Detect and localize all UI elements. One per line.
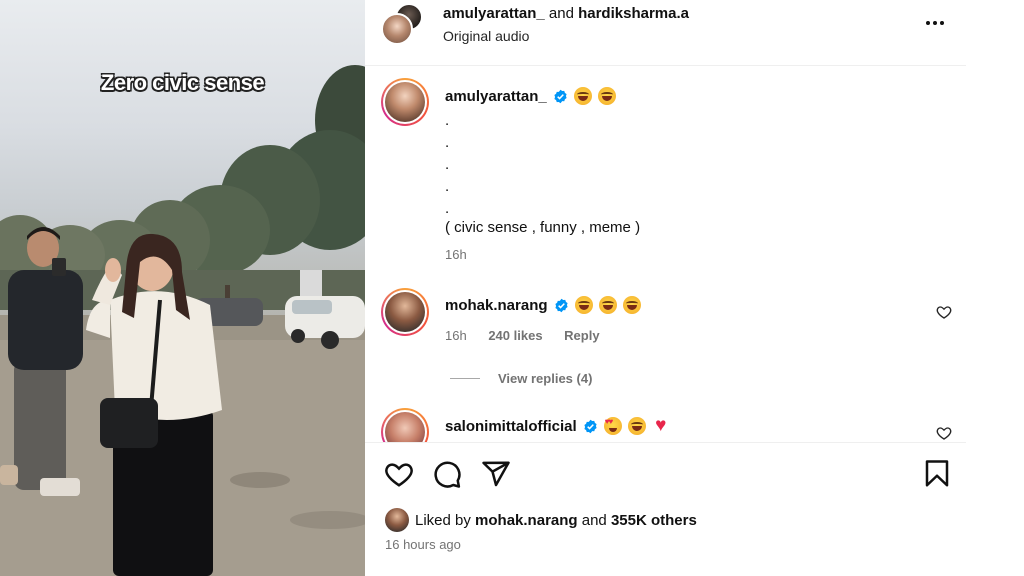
verified-badge-icon — [584, 419, 597, 433]
laughing-emoji-icon — [622, 296, 641, 314]
comment-meta: 16h 240 likes Reply — [445, 328, 600, 343]
caption-tags: ( civic sense , funny , meme ) — [445, 219, 641, 236]
avatar[interactable] — [381, 408, 429, 442]
comment-header: mohak.narang — [445, 296, 641, 314]
more-options-icon[interactable] — [921, 14, 949, 32]
collab-avatars[interactable] — [381, 3, 425, 47]
red-heart-emoji-icon: ♥ — [655, 415, 667, 436]
reply-button[interactable]: Reply — [564, 328, 599, 343]
verified-badge-icon — [554, 89, 567, 103]
likes-count-link[interactable]: 355K others — [611, 512, 697, 529]
reel-video[interactable]: Zero civic sense — [0, 0, 365, 576]
view-replies-link[interactable]: View replies (4) — [450, 371, 592, 386]
video-overlay-caption: Zero civic sense — [100, 70, 265, 95]
comments-list[interactable]: amulyarattan_ . . . . . ( civic sense , … — [365, 66, 966, 442]
username-link[interactable]: hardiksharma.a — [578, 5, 689, 22]
post-actions: Liked by mohak.narang and 355K others 16… — [365, 442, 966, 576]
avatar — [381, 13, 413, 45]
post-timestamp: 16 hours ago — [385, 537, 461, 552]
comment-icon[interactable] — [432, 459, 462, 489]
avatar[interactable] — [381, 288, 429, 336]
post-header: amulyarattan_ and hardiksharma.a Origina… — [365, 0, 966, 66]
audio-link[interactable]: Original audio — [443, 28, 529, 44]
comment-username[interactable]: mohak.narang — [445, 297, 548, 314]
liked-by-conjunction: and — [581, 511, 607, 529]
comment-username[interactable]: amulyarattan_ — [445, 88, 547, 105]
heart-icon[interactable] — [384, 459, 414, 489]
share-icon[interactable] — [481, 459, 511, 489]
comment-username[interactable]: salonimittalofficial — [445, 418, 577, 435]
liked-by-label: Liked by — [415, 511, 471, 529]
liked-by-summary: Liked by mohak.narang and 355K others — [385, 508, 697, 532]
comment-time: 16h — [445, 247, 467, 262]
comment-like-heart-icon[interactable] — [936, 425, 952, 441]
laughing-emoji-icon — [598, 296, 617, 314]
page-margin — [966, 0, 1024, 576]
avatar — [385, 508, 409, 532]
bookmark-icon[interactable] — [922, 459, 952, 489]
heart-eyes-emoji-icon — [603, 417, 622, 435]
laughing-emoji-icon — [627, 417, 646, 435]
avatar[interactable] — [381, 78, 429, 126]
comment-likes-count[interactable]: 240 likes — [488, 328, 542, 343]
post-panel: amulyarattan_ and hardiksharma.a Origina… — [365, 0, 966, 576]
conjunction-text: and — [548, 5, 574, 22]
caption-dots: . . . . . — [445, 112, 450, 217]
liked-by-username[interactable]: mohak.narang — [475, 512, 578, 529]
verified-badge-icon — [554, 298, 568, 312]
comment-header: salonimittalofficial ♥ — [445, 415, 670, 436]
comment-header: amulyarattan_ — [445, 87, 616, 105]
username-link[interactable]: amulyarattan_ — [443, 5, 545, 22]
replies-divider — [450, 378, 480, 379]
collab-usernames: amulyarattan_ and hardiksharma.a — [443, 5, 689, 22]
comment-like-heart-icon[interactable] — [936, 304, 952, 320]
laughing-emoji-icon — [574, 296, 593, 314]
laughing-emoji-icon — [597, 87, 616, 105]
comment-time: 16h — [445, 328, 467, 343]
laughing-emoji-icon — [573, 87, 592, 105]
